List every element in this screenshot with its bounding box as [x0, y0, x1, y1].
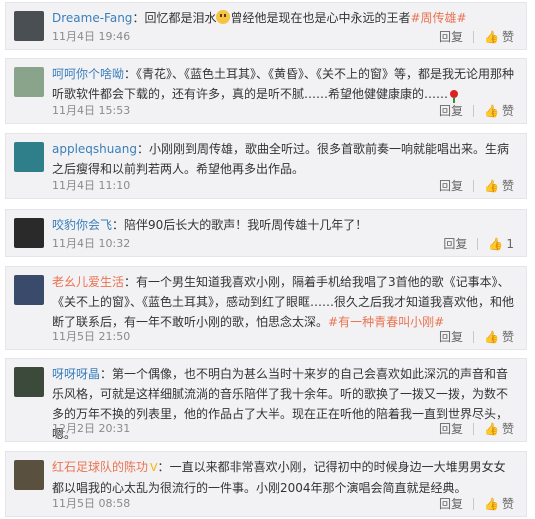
like-count: 1 — [506, 237, 514, 251]
like-label: 赞 — [501, 104, 514, 118]
thumbs-up-icon: 👍 — [488, 237, 504, 251]
username-link[interactable]: 咬豹你会飞 — [52, 218, 112, 232]
comment-text-part: 陪伴90后长大的歌声！我听周传雄十几年了！ — [124, 218, 368, 232]
thumbs-up-icon: 👍 — [484, 30, 499, 44]
comment-time: 11月4日 11:10 — [52, 179, 131, 192]
comment-time: 11月4日 15:53 — [52, 104, 131, 117]
avatar[interactable] — [14, 67, 44, 97]
comment-card: 红石足球队的陈功 V：一直以来都非常喜欢小刚，记得初中的时候身边一大堆男男女女都以… — [5, 451, 527, 517]
like-button[interactable]: 👍 赞 — [484, 29, 514, 45]
comment-actions: 回复 👍 赞 — [439, 421, 514, 437]
comment-actions: 回复 👍 赞 — [439, 329, 514, 345]
avatar[interactable] — [14, 275, 44, 305]
thumbs-up-icon: 👍 — [484, 330, 499, 344]
reply-button[interactable]: 回复 — [439, 496, 463, 512]
divider — [473, 180, 475, 192]
like-label: 赞 — [501, 179, 514, 193]
thumbs-up-icon: 👍 — [484, 422, 499, 436]
like-button[interactable]: 👍 赞 — [484, 329, 514, 345]
comment-time: 11月5日 21:50 — [52, 330, 131, 343]
like-label: 赞 — [501, 330, 514, 344]
comment-card: 老幺儿爱生活：有一个男生知道我喜欢小刚，隔着手机给我唱了3首他的歌《记事本》、《… — [5, 266, 527, 350]
comment-text: Dreame-Fang：回忆都是泪水 曾经他是现在也是心中永远的王者#周传雄# — [52, 10, 467, 25]
reply-button[interactable]: 回复 — [439, 178, 463, 194]
like-button[interactable]: 👍 赞 — [484, 421, 514, 437]
comment-card: Dreame-Fang：回忆都是泪水 曾经他是现在也是心中永远的王者#周传雄# 1… — [5, 2, 527, 50]
username-link[interactable]: appleqshuang — [52, 142, 137, 156]
comment-actions: 回复 👍 赞 — [439, 178, 514, 194]
comment-time: 11月4日 19:46 — [52, 30, 131, 43]
username-link[interactable]: 老幺儿爱生活 — [52, 275, 124, 289]
divider — [473, 498, 475, 510]
reply-button[interactable]: 回复 — [439, 421, 463, 437]
comment-card: 呀呀呀晶：第一个偶像，也不明白为甚么当时十来岁的自己会喜欢如此深沉的声音和音乐风… — [5, 358, 527, 442]
comment-time: 11月5日 08:58 — [52, 497, 131, 510]
avatar[interactable] — [14, 218, 44, 248]
like-button[interactable]: 👍 赞 — [484, 496, 514, 512]
reply-button[interactable]: 回复 — [439, 329, 463, 345]
comment-text: 老幺儿爱生活：有一个男生知道我喜欢小刚，隔着手机给我唱了3首他的歌《记事本》、《… — [52, 275, 515, 329]
comment-text: appleqshuang：小刚刚到周传雄，歌曲全听过。很多首歌前奏一响就能唱出来… — [52, 142, 509, 176]
comment-card: 咬豹你会飞：陪伴90后长大的歌声！我听周传雄十几年了！ 11月4日 10:32 … — [5, 209, 527, 257]
comment-text-part: 曾经他是现在也是心中永远的王者 — [230, 11, 411, 25]
comment-text: 红石足球队的陈功 V：一直以来都非常喜欢小刚，记得初中的时候身边一大堆男男女女都以… — [52, 460, 506, 495]
username-link[interactable]: 呵呵你个啥呦 — [52, 67, 124, 81]
like-label: 赞 — [501, 30, 514, 44]
like-label: 赞 — [501, 422, 514, 436]
thumbs-up-icon: 👍 — [484, 497, 499, 511]
topic-link[interactable]: #有一种青春叫小刚# — [328, 315, 444, 329]
reply-button[interactable]: 回复 — [443, 236, 467, 252]
username-link[interactable]: 呀呀呀晶 — [52, 367, 100, 381]
comment-time: 12月2日 20:31 — [52, 422, 131, 435]
like-label: 赞 — [501, 497, 514, 511]
divider — [473, 31, 475, 43]
comment-actions: 回复 👍 赞 — [439, 29, 514, 45]
divider — [477, 238, 479, 250]
reply-button[interactable]: 回复 — [439, 29, 463, 45]
comment-text: 呵呵你个啥呦：《青花》、《蓝色土耳其》、《黄昏》、《关不上的窗》等，都是我无论用… — [52, 67, 515, 103]
thumbs-up-icon: 👍 — [484, 104, 499, 118]
username-link[interactable]: Dreame-Fang — [52, 11, 132, 25]
avatar[interactable] — [14, 460, 44, 490]
username-link[interactable]: 红石足球队的陈功 — [52, 460, 148, 474]
comment-card: appleqshuang：小刚刚到周传雄，歌曲全听过。很多首歌前奏一响就能唱出来… — [5, 133, 527, 199]
comment-card: 呵呵你个啥呦：《青花》、《蓝色土耳其》、《黄昏》、《关不上的窗》等，都是我无论用… — [5, 58, 527, 124]
divider — [473, 423, 475, 435]
comment-actions: 回复 👍 1 — [443, 236, 514, 252]
comment-actions: 回复 👍 赞 — [439, 103, 514, 119]
avatar[interactable] — [14, 367, 44, 397]
divider — [473, 105, 475, 117]
comment-text-part: 回忆都是泪水 — [144, 11, 217, 25]
like-button[interactable]: 👍 赞 — [484, 178, 514, 194]
like-button[interactable]: 👍 赞 — [484, 103, 514, 119]
comment-actions: 回复 👍 赞 — [439, 496, 514, 512]
comment-text: 咬豹你会飞：陪伴90后长大的歌声！我听周传雄十几年了！ — [52, 218, 368, 232]
reply-button[interactable]: 回复 — [439, 103, 463, 119]
comment-time: 11月4日 10:32 — [52, 237, 131, 250]
thumbs-up-icon: 👍 — [484, 179, 499, 193]
topic-link[interactable]: #周传雄# — [410, 11, 466, 25]
verified-badge-icon: V — [150, 461, 158, 474]
avatar[interactable] — [14, 11, 44, 41]
like-button[interactable]: 👍 1 — [488, 236, 514, 252]
avatar[interactable] — [14, 142, 44, 172]
rose-emoji-icon — [450, 90, 459, 103]
crying-emoji-icon — [216, 10, 231, 24]
divider — [473, 331, 475, 343]
